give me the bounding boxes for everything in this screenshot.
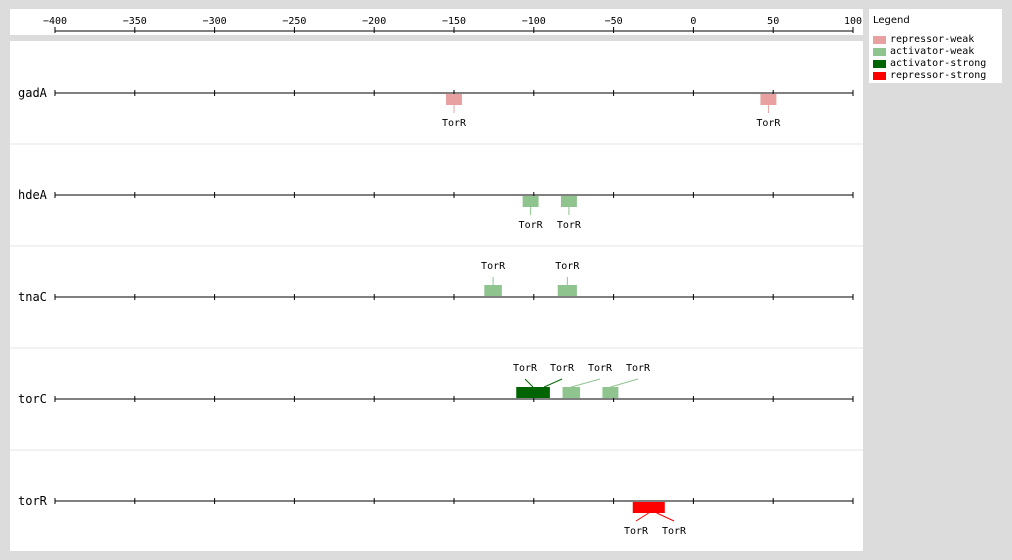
binding-site-activator-weak — [562, 387, 581, 398]
gene-label: tnaC — [18, 290, 47, 304]
axis-tick-label: −400 — [43, 16, 67, 27]
legend: Legend repressor-weak activator-weak act… — [869, 9, 1002, 83]
site-label: TorR — [662, 526, 687, 537]
binding-site-activator-weak — [484, 285, 502, 296]
axis-tick-label: −300 — [203, 16, 227, 27]
binding-site-activator-weak — [557, 285, 577, 296]
legend-label: repressor-strong — [890, 70, 987, 81]
site-label: TorR — [557, 220, 582, 231]
legend-swatch — [873, 72, 886, 80]
binding-site-repressor-weak — [446, 94, 462, 105]
axis-tick-label: −350 — [123, 16, 147, 27]
binding-site-activator-strong — [538, 387, 550, 398]
legend-swatch — [873, 60, 886, 68]
site-label: TorR — [519, 220, 544, 231]
binding-site-repressor-weak — [760, 94, 777, 105]
binding-site-activator-weak — [522, 196, 539, 207]
site-label: TorR — [555, 261, 580, 272]
legend-label: activator-weak — [890, 46, 975, 57]
gene-label: torR — [18, 494, 48, 508]
site-label: TorR — [626, 363, 651, 374]
site-label: TorR — [588, 363, 613, 374]
legend-item-repressor-strong: repressor-strong — [873, 70, 986, 82]
axis-tick-label: 50 — [767, 16, 779, 27]
legend-item-repressor-weak: repressor-weak — [873, 34, 974, 46]
axis-tick-label: 0 — [690, 16, 696, 27]
site-label: TorR — [624, 526, 649, 537]
legend-item-activator-weak: activator-weak — [873, 46, 974, 58]
legend-label: repressor-weak — [890, 34, 975, 45]
axis-tick-label: −200 — [362, 16, 386, 27]
tracks-panel — [10, 41, 863, 551]
binding-site-activator-weak — [602, 387, 619, 398]
axis-tick-label: −250 — [282, 16, 306, 27]
legend-label: activator-strong — [890, 58, 987, 69]
site-label: TorR — [481, 261, 506, 272]
axis-tick-label: 100 — [844, 16, 862, 27]
site-label: TorR — [756, 118, 781, 129]
site-label: TorR — [550, 363, 575, 374]
legend-item-activator-strong: activator-strong — [873, 58, 986, 70]
binding-site-repressor-strong — [648, 502, 665, 513]
axis-tick-label: −50 — [605, 16, 623, 27]
legend-swatch — [873, 48, 886, 56]
site-label: TorR — [442, 118, 467, 129]
legend-swatch — [873, 36, 886, 44]
site-label: TorR — [513, 363, 538, 374]
gene-label: torC — [18, 392, 47, 406]
promoter-map: −400 −350 −300 −250 −200 −150 −100 −50 0 50 100 ga… — [10, 9, 863, 551]
gene-label: gadA — [18, 86, 48, 100]
gene-label: hdeA — [18, 188, 48, 202]
binding-site-activator-weak — [560, 196, 577, 207]
legend-title: Legend — [873, 15, 910, 26]
axis-tick-label: −150 — [442, 16, 466, 27]
axis-tick-label: −100 — [522, 16, 546, 27]
